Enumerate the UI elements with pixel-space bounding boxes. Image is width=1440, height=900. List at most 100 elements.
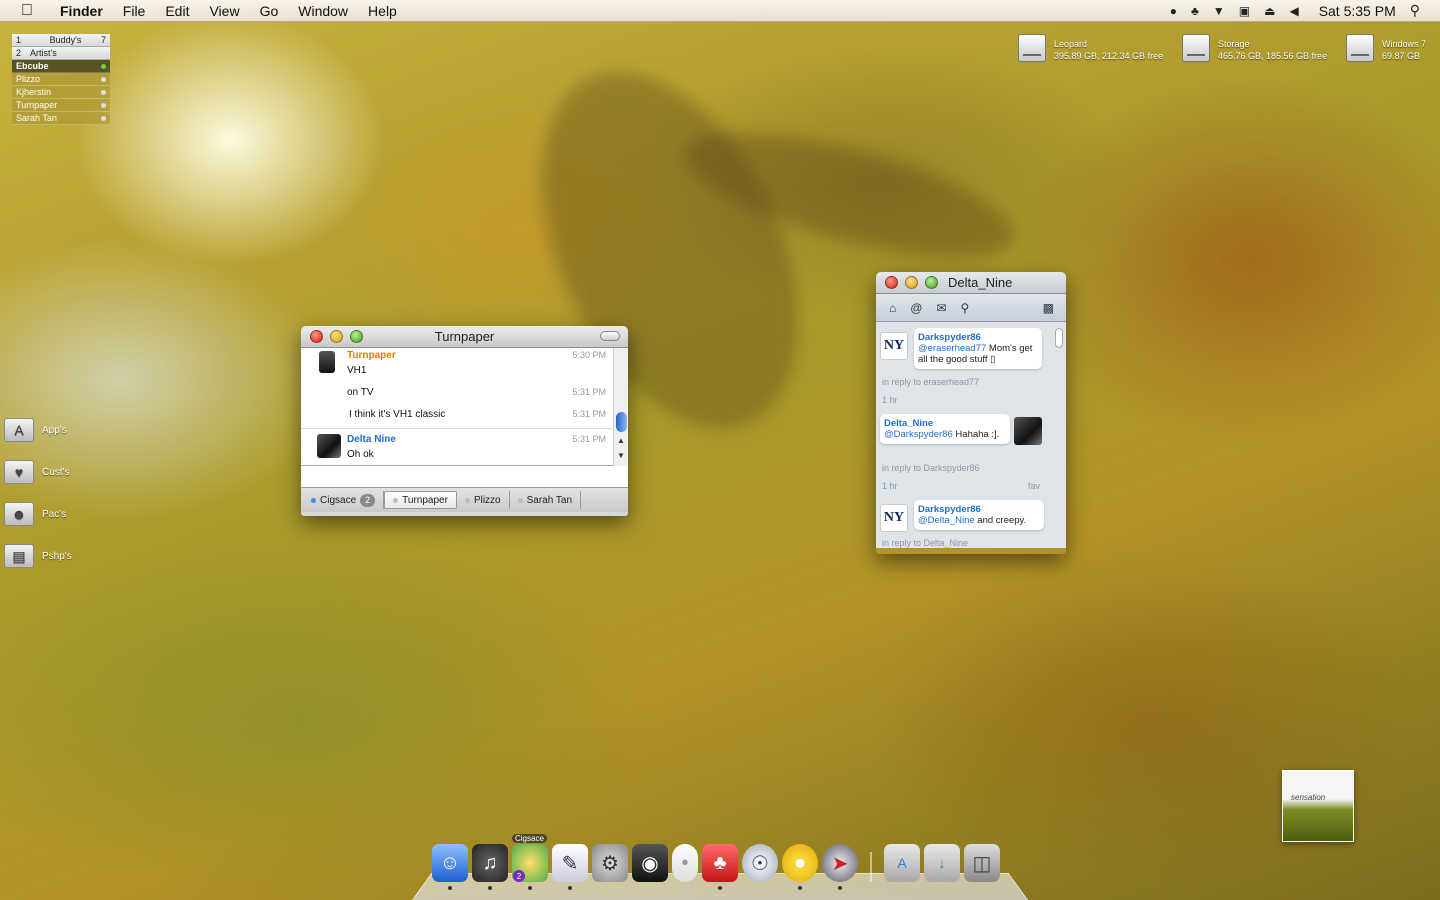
tab-cigsace[interactable]: Cigsace 2 [303,491,385,509]
chat-transcript[interactable]: Turnpaper VH1 5:30 PM on TV 5:31 PM I th… [301,348,628,466]
minimize-button[interactable] [330,330,343,343]
menu-help[interactable]: Help [358,3,407,19]
message-divider [301,428,612,429]
tweet-mention[interactable]: @eraserhead77 [918,343,986,354]
menu-window[interactable]: Window [288,3,358,19]
headphones-icon[interactable]: ♫ [472,844,508,890]
finder-icon[interactable]: ☺ [432,844,468,890]
volume-icon[interactable]: ◀ [1289,4,1298,18]
scroll-down-arrow-icon[interactable]: ▼ [614,451,628,460]
tweet-mention[interactable]: @Delta_Nine [918,515,975,526]
dvd-icon[interactable]: ☉ [742,844,778,882]
chat-scrollbar[interactable]: ▲ ▼ [613,348,628,466]
mouse-icon[interactable]: • [672,844,698,882]
stack-label: Cust's [42,466,70,478]
timeline-scrollbar[interactable] [1055,328,1063,348]
buddy-group-header[interactable]: 2 Artist's [12,47,110,60]
menu-view[interactable]: View [199,3,249,19]
stack-pshps[interactable]: ▤ Pshp's [4,544,72,568]
tweet-timeline[interactable]: NY Darkspyder86 @eraserhead77 Mom's get … [876,322,1066,548]
compose-icon[interactable]: ▩ [1043,301,1054,315]
drive-info: 465.76 GB, 185.56 GB free [1218,51,1328,61]
tweet-reply-to[interactable]: in reply to Delta_Nine [882,538,968,548]
buddy-row[interactable]: Kjherstin [12,86,110,99]
drive-leopard[interactable]: Leopard 395.89 GB, 212.34 GB free [1018,34,1163,62]
tab-turnpaper[interactable]: Turnpaper [384,491,457,509]
textedit-icon[interactable]: ✎ [552,844,588,890]
drive-windows[interactable]: Windows 7 69.87 GB [1346,34,1426,62]
tweet-bubble[interactable]: Darkspyder86 @eraserhead77 Mom's get all… [914,328,1042,369]
running-indicator [798,886,802,890]
cart-icon[interactable]: ▼ [1213,4,1225,18]
running-indicator [718,886,722,890]
home-icon[interactable]: ⌂ [889,301,896,315]
stack-label: Pac's [42,508,67,520]
close-button[interactable] [885,276,898,289]
phone-avatar-icon [319,351,335,373]
tweet-author[interactable]: Delta_Nine [884,418,1006,429]
zoom-button[interactable] [925,276,938,289]
toolbar-toggle-button[interactable] [600,331,620,341]
buddy-row[interactable]: Plizzo [12,73,110,86]
tweet-mention[interactable]: @Darkspyder86 [884,429,953,440]
flashcards-icon[interactable]: ♣ [702,844,738,890]
tweet-bubble[interactable]: Delta_Nine @Darkspyder86 Hahaha :]. [880,414,1010,444]
apple-menu-icon[interactable]:  [18,2,36,20]
menu-edit[interactable]: Edit [155,3,199,19]
chat-titlebar[interactable]: Turnpaper [301,326,628,348]
tweet-author[interactable]: Darkspyder86 [918,332,1038,343]
group-number: 1 [16,35,22,45]
fav-link[interactable]: fav [1028,481,1040,491]
zoom-button[interactable] [350,330,363,343]
downloads-folder-icon[interactable]: ↓ [924,844,960,882]
menu-go[interactable]: Go [250,3,289,19]
growl-icon[interactable]: ♣ [1191,4,1199,18]
user-avatar [317,434,341,458]
close-button[interactable] [310,330,323,343]
twitter-titlebar[interactable]: Delta_Nine [876,272,1066,294]
tweet-author[interactable]: Darkspyder86 [918,504,1040,515]
spotlight-icon[interactable]: ⚲ [1410,2,1420,19]
camera-icon[interactable]: ◉ [632,844,668,882]
message-input[interactable] [301,466,628,488]
twitter-toolbar: ⌂ @ ✉ ⚲ ▩ [876,294,1066,322]
menubar-clock[interactable]: Sat 5:35 PM [1319,3,1396,19]
buddy-group-header[interactable]: 1 Buddy's 7 [12,34,110,47]
stack-custs[interactable]: ♥ Cust's [4,460,69,484]
drive-name: Storage [1218,39,1250,49]
duck-icon[interactable]: ● [782,844,818,890]
stack-apps[interactable]: A App's [4,418,67,442]
album-art-widget[interactable]: sensation [1282,770,1354,842]
group-number: 2 [16,48,22,58]
tab-sarah-tan[interactable]: Sarah Tan [510,491,582,509]
tweet-reply-to[interactable]: in reply to Darkspyder86 [882,463,980,473]
stack-pacs[interactable]: ☻ Pac's [4,502,66,526]
display-icon[interactable]: ▣ [1239,4,1250,18]
system-preferences-icon[interactable]: ⚙ [592,844,628,882]
menu-file[interactable]: File [113,3,156,19]
tweet-bubble[interactable]: Darkspyder86 @Delta_Nine and creepy. [914,500,1044,530]
scroll-up-arrow-icon[interactable]: ▲ [614,436,628,445]
search-icon[interactable]: ⚲ [961,301,970,315]
window-title: Delta_Nine [948,275,1013,290]
safari-icon[interactable]: ➤ [822,844,858,890]
status-dot [101,89,106,95]
group-count: 7 [100,35,106,45]
minimize-button[interactable] [905,276,918,289]
app-menu[interactable]: Finder [50,3,113,19]
adium-icon[interactable]: Cigsace 2 [512,834,548,890]
tab-plizzo[interactable]: Plizzo [457,491,510,509]
scroll-thumb[interactable] [616,412,627,432]
buddy-row[interactable]: Ebcube [12,60,110,73]
tab-label: Sarah Tan [526,494,573,506]
trash-icon[interactable]: ◫ [964,844,1000,882]
chat-status-icon[interactable]: ● [1170,4,1177,18]
buddy-row[interactable]: Turnpaper [12,99,110,112]
drive-storage[interactable]: Storage 465.76 GB, 185.56 GB free [1182,34,1327,62]
eject-icon[interactable]: ⏏ [1264,4,1275,18]
buddy-row[interactable]: Sarah Tan [12,112,110,125]
applications-folder-icon[interactable]: A [884,844,920,882]
tweet-reply-to[interactable]: in reply to eraserhead77 [882,377,979,387]
messages-icon[interactable]: ✉ [936,301,946,315]
mentions-icon[interactable]: @ [910,301,922,315]
